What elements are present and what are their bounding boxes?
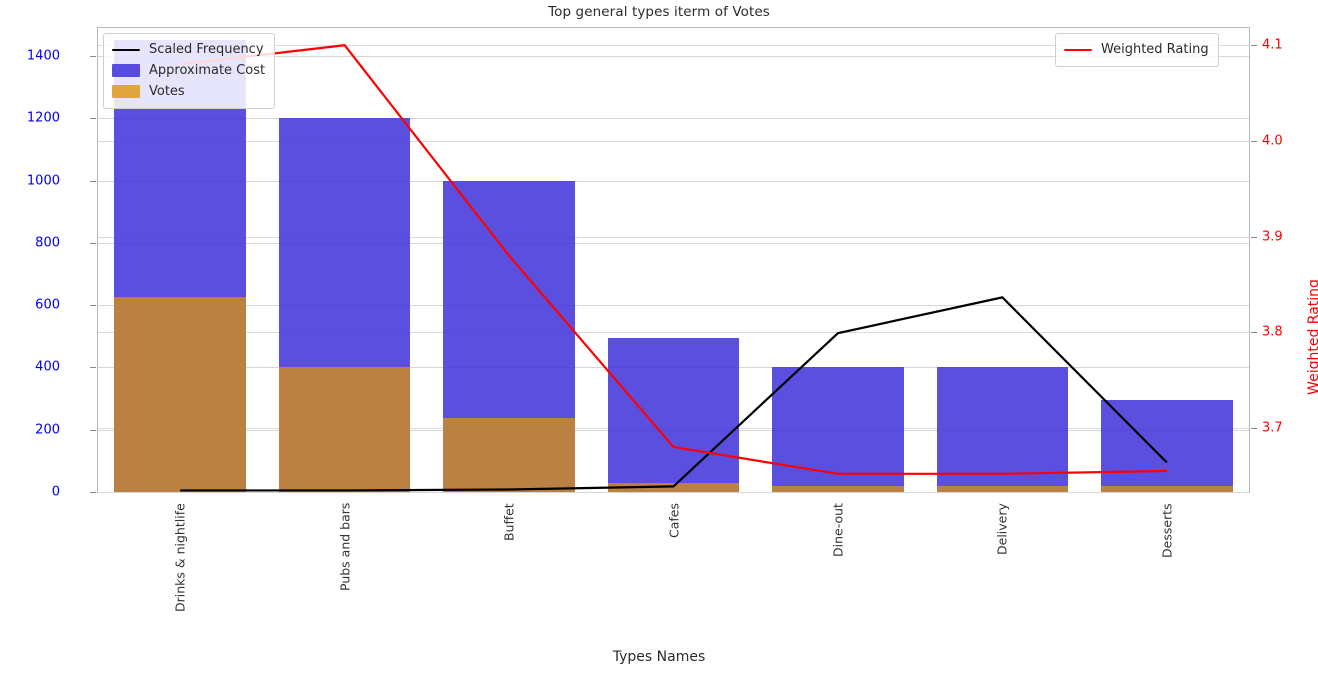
legend-label: Approximate Cost [149,63,266,78]
x-axis-tick-label: Desserts [1159,503,1175,558]
y-axis-left-tick: 1200 [26,110,60,126]
y-axis-left-tickmark [90,367,96,369]
y-axis-right-tickmark [1251,427,1257,429]
legend-label: Weighted Rating [1101,42,1209,57]
y-axis-left-tick: 1400 [26,48,60,64]
y-axis-left-tickmark [90,180,96,182]
legend-item-votes[interactable]: Votes [112,81,265,102]
y-axis-left-tick: 200 [35,422,60,438]
y-axis-left-tickmark [90,242,96,244]
line-marker-icon [1064,48,1092,51]
y-axis-left-tick: 1000 [26,173,60,189]
legend-item-scaled-frequency[interactable]: Scaled Frequency [112,39,265,60]
y-axis-left-tick: 800 [35,235,60,251]
x-axis-tick-label: Dine-out [830,503,846,557]
y-axis-right-tickmark [1251,45,1257,47]
line-weighted-rating [180,45,1167,474]
color-swatch-icon [112,64,140,77]
y-axis-left-tick: 400 [35,359,60,375]
y-axis-left-tickmark [90,492,96,493]
gridline-left [98,492,1249,493]
y-axis-left-tickmark [90,305,96,307]
line-marker-icon [112,48,140,51]
y-axis-left-tickmark [90,56,96,58]
legend-left[interactable]: Scaled Frequency Approximate Cost Votes [103,33,276,109]
y-axis-right-tick: 3.9 [1262,229,1283,245]
y-axis-right-tick: 4.0 [1262,133,1283,149]
y-axis-left-tick: 0 [51,484,60,500]
line-scaled-frequency [180,297,1167,490]
y-axis-left-tick: 600 [35,297,60,313]
color-swatch-icon [112,85,140,98]
chart-title: Top general types iterm of Votes [548,4,770,20]
y-axis-right-label: Weighted Rating [1306,279,1318,395]
legend-label: Votes [149,84,185,99]
chart-figure: Top general types iterm of Votes 0 200 400… [0,0,1318,674]
x-axis-tick-label: Delivery [994,503,1010,555]
legend-label: Scaled Frequency [149,42,264,57]
y-axis-right-tick: 3.7 [1262,420,1283,436]
legend-item-weighted-rating[interactable]: Weighted Rating [1064,39,1209,60]
x-axis-tick-label: Pubs and bars [337,502,353,591]
y-axis-right-tickmark [1251,140,1257,142]
x-axis-tick-label: Cafes [666,503,681,538]
y-axis-left-tickmark [90,118,96,120]
y-axis-right-tickmark [1251,236,1257,238]
y-axis-left-tickmark [90,429,96,431]
x-axis-label: Types Names [612,649,706,665]
x-axis-tick-label: Drinks & nightlife [172,503,188,612]
y-axis-left-label: Median (Cost and Votes) [0,251,2,423]
y-axis-right-tick: 4.1 [1262,37,1283,53]
y-axis-right-tickmark [1251,332,1257,334]
legend-item-approximate-cost[interactable]: Approximate Cost [112,60,265,81]
x-axis-tick-label: Buffet [501,503,517,541]
legend-right[interactable]: Weighted Rating [1055,33,1219,67]
